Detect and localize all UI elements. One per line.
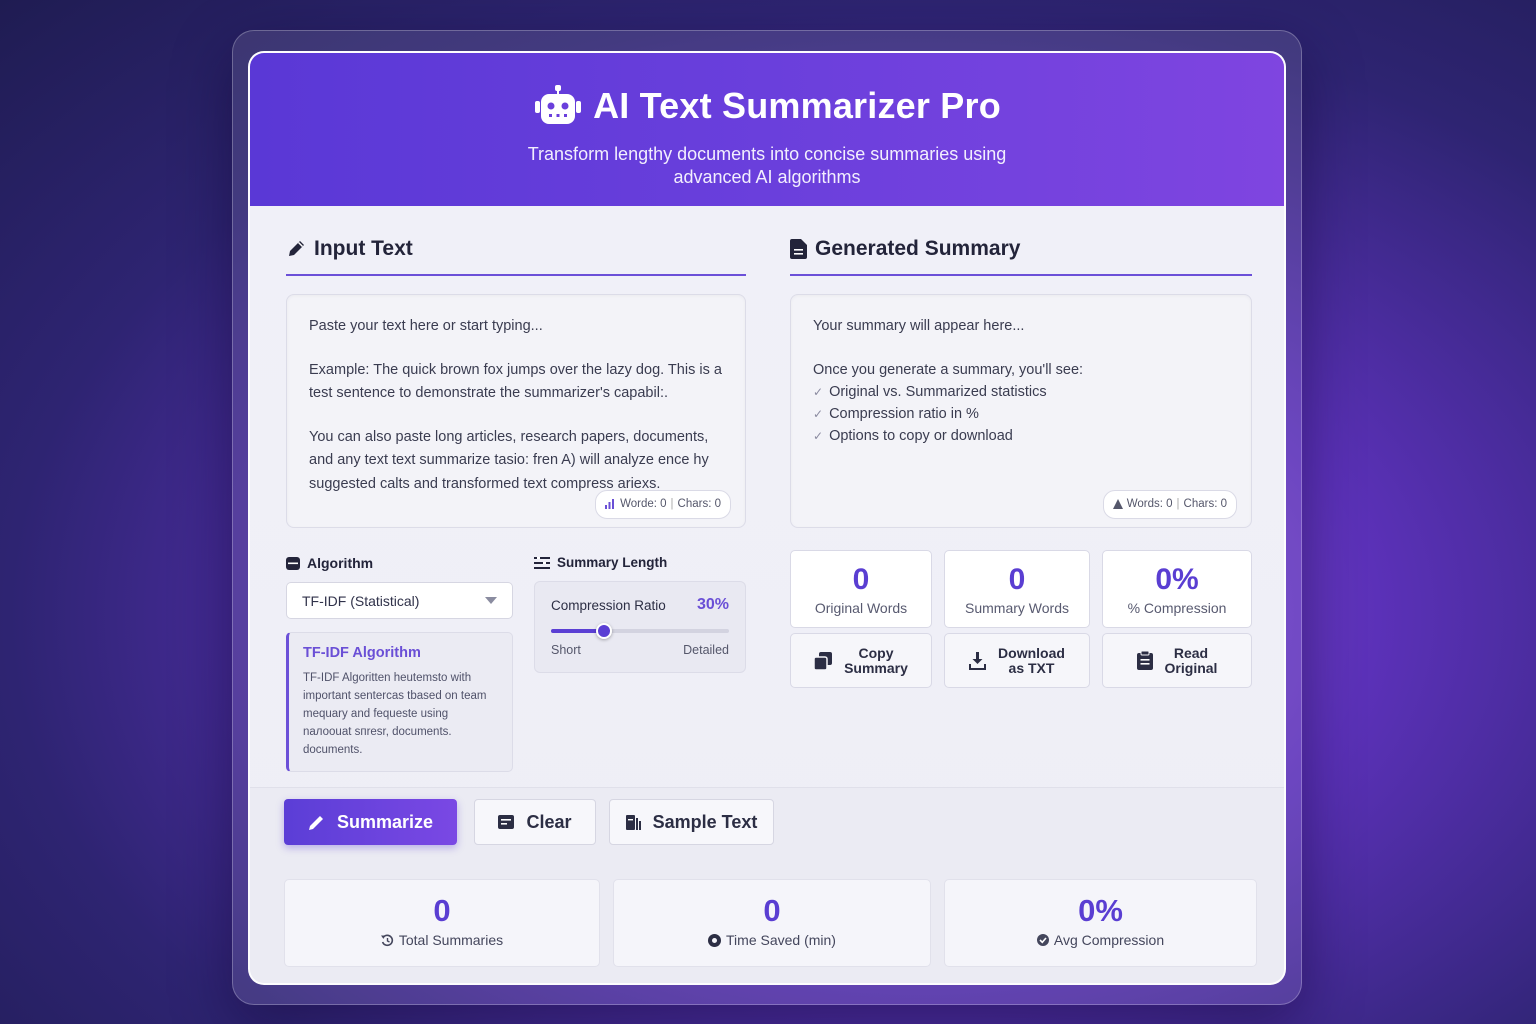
chevron-down-icon — [485, 597, 497, 604]
algorithm-info-text: TF-IDF Algoritten heutemsto with importa… — [303, 672, 487, 756]
stat-original-words: 0 Original Words — [790, 550, 932, 628]
download-label-1: Download — [998, 644, 1065, 661]
page-title: AI Text Summarizer Pro — [593, 85, 1001, 126]
stat-compression: 0% % Compression — [1102, 550, 1252, 628]
algorithm-label-text: Algorithm — [307, 555, 374, 571]
sample-text-label: Sample Text — [652, 811, 758, 832]
input-title-text: Input Text — [314, 237, 413, 260]
stat-value: 0 — [1008, 563, 1026, 596]
feature-item: Options to copy or download — [813, 425, 1229, 447]
compression-ratio-label: Compression Ratio — [551, 597, 666, 613]
summarize-button[interactable]: Summarize — [284, 799, 457, 845]
subtitle-line-1: Transform lengthy documents into concise… — [527, 144, 1007, 164]
slider-min-label: Short — [551, 643, 581, 657]
time-saved-stat: 0 Time Saved (min) — [613, 879, 931, 967]
clock-icon — [708, 933, 722, 947]
summary-title-text: Generated Summary — [815, 237, 1021, 260]
download-txt-button[interactable]: Download as TXT — [944, 633, 1090, 688]
compression-slider[interactable] — [551, 623, 729, 639]
summary-placeholder: Your summary will appear here... — [813, 318, 1025, 334]
slider-max-label: Detailed — [683, 643, 729, 657]
stat-label: Summary Words — [965, 600, 1069, 616]
history-icon — [380, 934, 394, 947]
summary-word-count: Words: 0 — [1126, 497, 1173, 510]
total-summaries-value: 0 — [433, 893, 451, 928]
header-banner: AI Text Summarizer Pro Transform lengthy… — [250, 53, 1284, 206]
input-placeholder: Paste your text here or start typing... — [309, 318, 543, 334]
input-counter: Worde: 0 | Chars: 0 — [595, 489, 731, 519]
summarize-label: Summarize — [336, 811, 434, 832]
subtitle-line-2: advanced AI algorithms — [673, 167, 861, 187]
read-label-1: Read — [1173, 644, 1209, 661]
input-textarea[interactable]: Paste your text here or start typing... … — [286, 294, 746, 528]
summary-char-count: Chars: 0 — [1183, 497, 1227, 510]
summary-counter: Words: 0 | Chars: 0 — [1102, 489, 1237, 519]
avg-compression-label: Avg Compression — [1053, 932, 1165, 948]
clear-button[interactable]: Clear — [474, 799, 596, 845]
summary-feature-list: Original vs. Summarized statistics Compr… — [813, 381, 1229, 447]
read-label-2: Original — [1164, 659, 1218, 676]
summary-intro: Once you generate a summary, you'll see: — [813, 361, 1084, 378]
input-example: Example: The quick brown fox jumps over … — [309, 361, 722, 402]
summary-length-label: Summary Length — [534, 555, 667, 570]
database-icon — [286, 556, 300, 570]
avg-compression-stat: 0% Avg Compression — [944, 879, 1257, 967]
clipboard-icon — [1136, 651, 1153, 670]
download-icon — [969, 651, 987, 670]
book-icon — [625, 814, 641, 830]
chart-icon — [605, 499, 616, 510]
read-original-button[interactable]: Read Original — [1102, 633, 1252, 688]
algorithm-select[interactable]: TF-IDF (Statistical) — [286, 582, 513, 619]
app-card: AI Text Summarizer Pro Transform lengthy… — [248, 51, 1286, 985]
summary-title-underline — [790, 274, 1252, 276]
input-paragraph: You can also paste long articles, resear… — [309, 428, 709, 492]
slider-thumb[interactable] — [596, 623, 613, 639]
algorithm-info-card: TF-IDF Algorithm TF-IDF Algoritten heute… — [286, 632, 513, 772]
copy-summary-button[interactable]: Copy Summary — [790, 633, 932, 688]
feature-item: Original vs. Summarized statistics — [813, 381, 1229, 403]
total-summaries-label: Total Summaries — [398, 932, 504, 948]
clear-label: Clear — [526, 811, 572, 832]
sample-text-button[interactable]: Sample Text — [609, 799, 774, 845]
stat-summary-words: 0 Summary Words — [944, 550, 1090, 628]
total-summaries-stat: 0 Total Summaries — [284, 879, 600, 967]
time-saved-label: Time Saved (min) — [726, 932, 836, 948]
algorithm-label: Algorithm — [286, 555, 373, 571]
page-subtitle: Transform lengthy documents into concise… — [250, 143, 1284, 189]
document-icon — [790, 239, 807, 259]
feature-item: Compression ratio in % — [813, 403, 1229, 425]
copy-label-2: Summary — [844, 659, 908, 676]
robot-icon — [533, 85, 583, 127]
compression-ratio-box: Compression Ratio 30% Short Detailed — [534, 581, 746, 673]
algorithm-info-title: TF-IDF Algorithm — [303, 645, 421, 661]
time-saved-value: 0 — [763, 893, 781, 928]
stat-label: Original Words — [814, 600, 908, 616]
eraser-icon — [498, 815, 515, 829]
input-word-count: Worde: 0 — [620, 497, 667, 510]
download-label-2: as TXT — [1008, 659, 1055, 676]
magic-wand-icon — [308, 814, 325, 831]
arrow-up-icon — [1112, 499, 1123, 510]
copy-label-1: Copy — [858, 644, 894, 661]
summary-output: Your summary will appear here... Once yo… — [790, 294, 1252, 528]
compression-ratio-value: 30% — [696, 596, 729, 613]
sliders-icon — [534, 556, 550, 569]
pencil-icon — [286, 239, 306, 259]
copy-icon — [814, 651, 833, 670]
input-title-underline — [286, 274, 746, 276]
compress-icon — [1036, 934, 1049, 946]
summary-section-title: Generated Summary — [790, 237, 1020, 261]
stat-value: 0% — [1155, 563, 1199, 596]
stat-value: 0 — [852, 563, 870, 596]
input-section-title: Input Text — [286, 237, 413, 261]
algorithm-selected-value: TF-IDF (Statistical) — [302, 592, 420, 609]
summary-length-label-text: Summary Length — [557, 555, 668, 570]
stat-label: % Compression — [1127, 600, 1227, 616]
avg-compression-value: 0% — [1078, 893, 1123, 928]
input-char-count: Chars: 0 — [677, 497, 721, 510]
